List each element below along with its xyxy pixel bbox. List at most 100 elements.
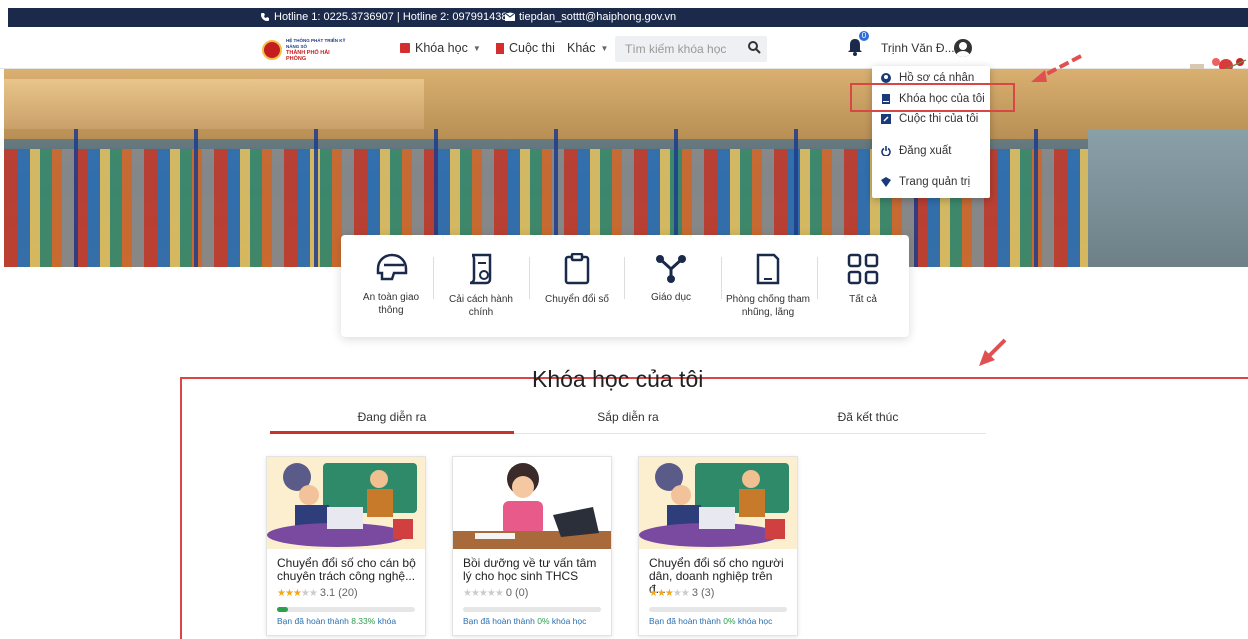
category-label: An toàn giao thông	[362, 292, 420, 316]
phone-icon	[261, 13, 269, 21]
category-admin-reform[interactable]: Cải cách hành chính	[441, 235, 521, 337]
progress-text: Bạn đã hoàn thành 0% khóa học	[463, 616, 586, 626]
progress-bar	[277, 607, 415, 612]
course-title[interactable]: Bồi dưỡng về tư vấn tâm lý cho học sinh …	[463, 557, 605, 583]
progress-text: Bạn đã hoàn thành 0% khóa học	[649, 616, 772, 626]
top-info-bar: Hotline 1: 0225.3736907 | Hotline 2: 097…	[0, 0, 1248, 28]
rating-count: (0)	[514, 587, 529, 599]
course-card[interactable]: Bồi dưỡng về tư vấn tâm lý cho học sinh …	[452, 456, 612, 636]
hotline: Hotline 1: 0225.3736907 | Hotline 2: 097…	[260, 11, 514, 23]
search-placeholder: Tìm kiếm khóa học	[625, 42, 727, 56]
search-input[interactable]: Tìm kiếm khóa học	[615, 36, 767, 62]
progress-prefix: Bạn đã hoàn thành	[277, 616, 349, 626]
city-seal-icon	[262, 40, 282, 60]
course-thumbnail	[267, 457, 425, 549]
tab-upcoming[interactable]: Sắp diễn ra	[506, 410, 750, 434]
progress-percent: 0%	[723, 616, 736, 626]
nav-contests-label: Cuộc thi	[509, 41, 555, 55]
contest-doc-icon	[496, 42, 504, 54]
rating-value: 3	[691, 587, 698, 599]
menu-item-admin[interactable]: Trang quản trị	[881, 176, 970, 188]
progress-percent: 0%	[537, 616, 550, 626]
top-info-strip: Hotline 1: 0225.3736907 | Hotline 2: 097…	[8, 8, 1248, 27]
phone-doc-icon	[756, 253, 780, 285]
courses-icon	[400, 43, 410, 53]
search-icon[interactable]	[747, 40, 761, 54]
course-thumbnail	[639, 457, 797, 549]
course-card[interactable]: Chuyển đổi số cho cán bộ chuyên trách cô…	[266, 456, 426, 636]
star-rating-icon: ★★★★★	[277, 587, 318, 599]
hotline-text: Hotline 1: 0225.3736907 | Hotline 2: 097…	[274, 11, 514, 23]
progress-bar	[463, 607, 601, 612]
course-card[interactable]: Chuyển đổi số cho người dân, doanh nghiệ…	[638, 456, 798, 636]
highlight-box-menu	[850, 83, 1015, 112]
nav-courses[interactable]: Khóa học ▼	[400, 41, 481, 55]
nav-courses-label: Khóa học	[415, 41, 468, 55]
course-rating: ★★★★★ 3 (3)	[649, 587, 714, 599]
nav-other-label: Khác	[567, 41, 596, 55]
progress-suffix: khóa	[377, 616, 397, 626]
rating-count: (3)	[700, 587, 715, 599]
shield-icon	[881, 177, 891, 187]
tab-finished[interactable]: Đã kết thúc	[746, 410, 990, 434]
annotation-arrow-icon	[979, 338, 1007, 366]
chevron-down-icon: ▼	[600, 43, 609, 53]
email-text: tiepdan_sotttt@haiphong.gov.vn	[519, 11, 677, 23]
power-icon	[881, 146, 891, 156]
menu-item-label: Cuộc thi của tôi	[899, 113, 979, 125]
progress-suffix: khóa học	[737, 616, 773, 626]
course-thumbnail	[453, 457, 611, 549]
progress-suffix: khóa học	[551, 616, 587, 626]
rating-count: (20)	[338, 587, 358, 599]
rating-value: 0	[505, 587, 512, 599]
site-logo[interactable]: HỆ THỐNG PHÁT TRIỂN KỸ NĂNG SỐ THÀNH PHỐ …	[262, 38, 346, 62]
category-traffic-safety[interactable]: An toàn giao thông	[351, 235, 431, 337]
category-label: Chuyển đổi số	[545, 294, 609, 305]
category-digital-transformation[interactable]: Chuyển đổi số	[537, 235, 617, 337]
user-circle-icon	[881, 73, 891, 83]
course-rating: ★★★★★ 3.1 (20)	[277, 587, 358, 599]
clipboard-icon	[564, 253, 590, 285]
nav-other[interactable]: Khác ▼	[567, 41, 608, 55]
progress-prefix: Bạn đã hoàn thành	[649, 616, 721, 626]
network-icon	[656, 255, 686, 283]
logo-text-bottom: THÀNH PHỐ HẢI PHÒNG	[286, 50, 330, 62]
logo-text-top: HỆ THỐNG PHÁT TRIỂN KỸ NĂNG SỐ	[286, 38, 346, 49]
my-courses-title: Khóa học của tôi	[532, 366, 704, 392]
edit-icon	[881, 114, 891, 124]
star-rating-icon: ★★★★★	[463, 587, 504, 599]
course-rating: ★★★★★ 0 (0)	[463, 587, 528, 599]
contact-email[interactable]: tiepdan_sotttt@haiphong.gov.vn	[505, 11, 676, 23]
mail-icon	[505, 13, 515, 21]
star-rating-icon: ★★★★★	[649, 587, 690, 599]
menu-item-my-contests[interactable]: Cuộc thi của tôi	[881, 113, 978, 125]
course-title[interactable]: Chuyển đổi số cho cán bộ chuyên trách cô…	[277, 557, 419, 583]
category-label: Tất cả	[849, 294, 877, 305]
category-education[interactable]: Giáo dục	[631, 235, 711, 337]
course-status-tabs: Đang diễn ra Sắp diễn ra Đã kết thúc	[270, 410, 986, 434]
progress-text: Bạn đã hoàn thành 8.33% khóa	[277, 616, 396, 626]
annotation-arrow-icon	[1031, 54, 1082, 82]
category-all[interactable]: Tất cả	[823, 235, 903, 337]
scroll-icon	[469, 253, 492, 285]
user-name[interactable]: Trịnh Văn Đ...	[881, 41, 955, 55]
progress-percent: 8.33%	[351, 616, 376, 626]
notification-badge: 0	[859, 31, 869, 41]
category-label: Cải cách hành chính	[449, 294, 513, 318]
menu-item-logout[interactable]: Đăng xuất	[881, 145, 951, 157]
tab-ongoing[interactable]: Đang diễn ra	[270, 410, 514, 434]
bell-icon[interactable]	[847, 38, 863, 56]
category-panel: An toàn giao thông Cải cách hành chính C…	[341, 235, 909, 337]
progress-bar	[649, 607, 787, 612]
chevron-down-icon: ▼	[472, 43, 481, 53]
category-label: Phòng chống tham nhũng, lãng	[726, 294, 810, 318]
progress-prefix: Bạn đã hoàn thành	[463, 616, 535, 626]
progress-fill	[277, 607, 289, 612]
category-anti-corruption[interactable]: Phòng chống tham nhũng, lãng	[723, 235, 813, 337]
avatar[interactable]	[954, 39, 972, 57]
menu-item-label: Trang quản trị	[899, 176, 971, 188]
rating-value: 3.1	[319, 587, 336, 599]
nav-contests[interactable]: Cuộc thi	[496, 41, 555, 55]
helmet-icon	[376, 253, 408, 281]
menu-item-label: Đăng xuất	[899, 145, 952, 157]
